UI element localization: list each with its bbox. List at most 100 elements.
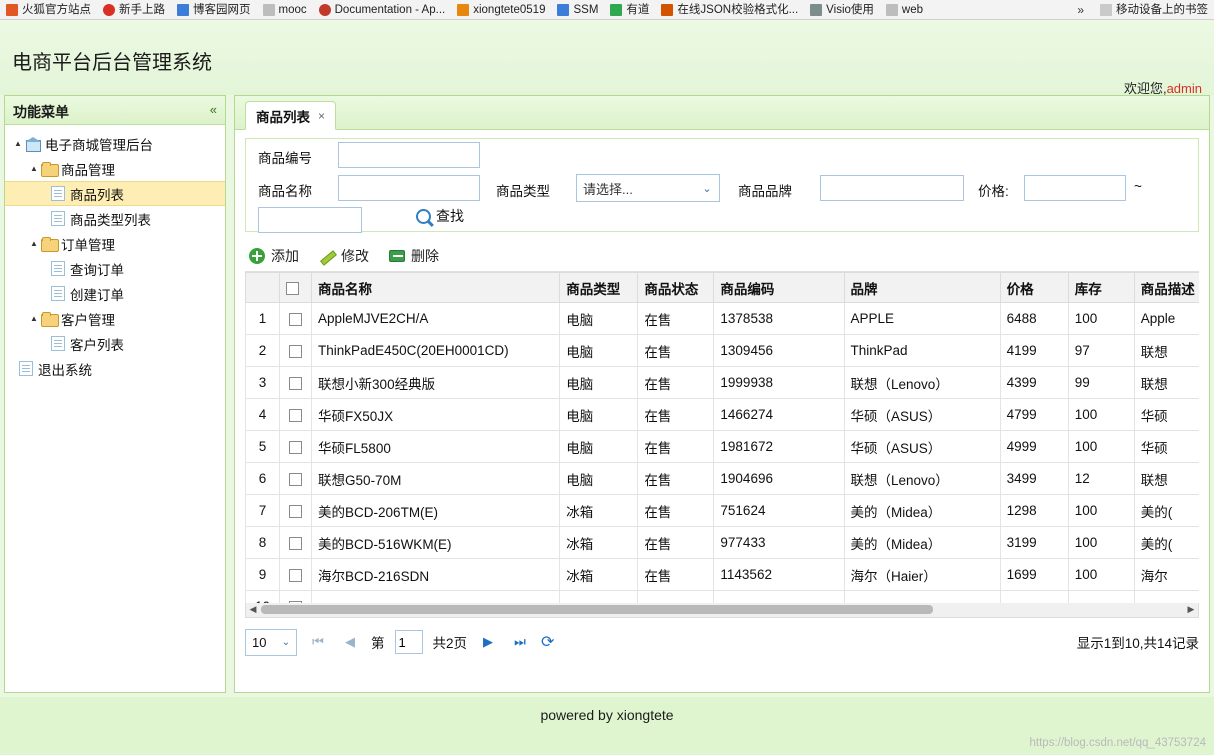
bookmark-item[interactable]: Visio使用 (804, 0, 880, 19)
table-row[interactable]: 10 (245, 590, 1199, 603)
col-product-code[interactable]: 商品编码 (713, 272, 845, 303)
table-row[interactable]: 2 ThinkPadE450C(20EH0001CD) 电脑 在售 130945… (245, 334, 1199, 367)
bookmark-item[interactable]: 有道 (604, 0, 655, 19)
bookmark-item[interactable]: web (880, 0, 929, 19)
page-size-select[interactable]: 10 ⌄ (245, 628, 297, 656)
input-product-brand[interactable] (820, 175, 964, 201)
table-row[interactable]: 1 AppleMJVE2CH/A 电脑 在售 1378538 APPLE 648… (245, 302, 1199, 335)
first-page-icon[interactable]: ⏮ (307, 631, 329, 653)
chevron-down-icon[interactable]: ⌄ (695, 175, 719, 201)
sidebar-item-product-type-list[interactable]: 商品类型列表 (5, 206, 225, 231)
tab-product-list[interactable]: 商品列表 × (245, 101, 337, 130)
input-product-code[interactable] (338, 142, 480, 168)
bookmark-label: 移动设备上的书签 (1116, 3, 1208, 16)
input-price-max[interactable] (258, 207, 362, 233)
row-checkbox[interactable] (289, 376, 303, 390)
row-checkbox[interactable] (289, 312, 303, 326)
sidebar-item-logout[interactable]: 退出系统 (5, 356, 225, 381)
sidebar-item-customer-list[interactable]: 客户列表 (5, 331, 225, 356)
table-row[interactable]: 5 华硕FL5800 电脑 在售 1981672 华硕（ASUS） 4999 1… (245, 430, 1199, 463)
row-checkbox[interactable] (289, 472, 303, 486)
bookmark-item[interactable]: mooc (257, 0, 313, 19)
grid-horizontal-scrollbar[interactable]: ◀ ▶ (245, 603, 1199, 618)
col-select-all[interactable] (279, 272, 313, 303)
row-checkbox-cell[interactable] (279, 302, 313, 335)
sidebar-collapse-icon[interactable]: « (210, 102, 217, 117)
input-product-name[interactable] (338, 175, 480, 201)
bookmark-item[interactable]: 在线JSON校验格式化... (655, 0, 804, 19)
col-brand[interactable]: 品牌 (843, 272, 1001, 303)
select-all-checkbox[interactable] (286, 281, 300, 295)
chevron-down-icon[interactable]: ▲ (27, 239, 41, 248)
row-checkbox-cell[interactable] (279, 526, 313, 559)
col-product-status[interactable]: 商品状态 (637, 272, 715, 303)
sidebar-item-root[interactable]: ▲ 电子商城管理后台 (5, 131, 225, 156)
col-price[interactable]: 价格 (999, 272, 1069, 303)
sidebar-item-product-mgmt[interactable]: ▲ 商品管理 (5, 156, 225, 181)
bookmark-item[interactable]: 博客园网页 (171, 0, 257, 19)
chevron-down-icon[interactable]: ▲ (27, 314, 41, 323)
sidebar-item-create-order[interactable]: 创建订单 (5, 281, 225, 306)
table-row[interactable]: 7 美的BCD-206TM(E) 冰箱 在售 751624 美的（Midea） … (245, 494, 1199, 527)
sidebar-item-customer-mgmt[interactable]: ▲ 客户管理 (5, 306, 225, 331)
chevron-down-icon[interactable]: ▲ (11, 139, 25, 148)
favicon-icon (262, 3, 275, 16)
input-price-min[interactable] (1024, 175, 1126, 201)
close-icon[interactable]: × (318, 109, 325, 123)
bookmark-item[interactable]: Documentation - Ap... (313, 0, 452, 19)
bookmark-item[interactable]: 新手上路 (97, 0, 171, 19)
table-row[interactable]: 6 联想G50-70M 电脑 在售 1904696 联想（Lenovo） 349… (245, 462, 1199, 495)
table-row[interactable]: 3 联想小新300经典版 电脑 在售 1999938 联想（Lenovo） 43… (245, 366, 1199, 399)
cell-description: 美的( (1133, 494, 1199, 527)
col-stock[interactable]: 库存 (1067, 272, 1135, 303)
next-page-icon[interactable]: ▶ (477, 631, 499, 653)
sidebar-item-product-list[interactable]: 商品列表 (5, 181, 225, 206)
bookmark-item[interactable]: xiongtete0519 (451, 0, 551, 19)
col-description[interactable]: 商品描述 (1133, 272, 1199, 303)
search-button[interactable]: 查找 (416, 206, 464, 226)
bookmark-mobile-folder[interactable]: 移动设备上的书签 (1094, 0, 1208, 19)
sidebar-item-label: 创建订单 (70, 287, 124, 303)
row-checkbox[interactable] (289, 568, 303, 582)
data-grid-viewport[interactable]: 商品名称 商品类型 商品状态 商品编码 品牌 价格 库存 商品描述 1 Appl… (245, 272, 1199, 603)
scrollbar-thumb[interactable] (261, 605, 933, 614)
row-checkbox[interactable] (289, 408, 303, 422)
row-checkbox-cell[interactable] (279, 462, 313, 495)
row-checkbox-cell[interactable] (279, 366, 313, 399)
refresh-icon[interactable]: ⟳ (541, 632, 554, 652)
row-checkbox-cell[interactable] (279, 558, 313, 591)
sidebar-item-query-order[interactable]: 查询订单 (5, 256, 225, 281)
prev-page-icon[interactable]: ◀ (339, 631, 361, 653)
add-button[interactable]: 添加 (249, 246, 299, 266)
chevron-down-icon[interactable]: ⌄ (276, 630, 296, 655)
bookmark-item[interactable]: SSM (551, 0, 604, 19)
table-row[interactable]: 9 海尔BCD-216SDN 冰箱 在售 1143562 海尔（Haier） 1… (245, 558, 1199, 591)
select-product-type[interactable]: 请选择... ⌄ (576, 174, 720, 202)
last-page-icon[interactable]: ⏭ (509, 631, 531, 653)
row-checkbox[interactable] (289, 344, 303, 358)
edit-button[interactable]: 修改 (319, 246, 369, 266)
chevron-down-icon[interactable]: ▲ (27, 164, 41, 173)
footer: powered by xiongtete https://blog.csdn.n… (0, 697, 1214, 755)
grid-toolbar: 添加 修改 删除 (245, 240, 1199, 272)
scroll-left-icon[interactable]: ◀ (246, 603, 260, 616)
row-checkbox-cell[interactable] (279, 430, 313, 463)
col-product-type[interactable]: 商品类型 (559, 272, 639, 303)
table-row[interactable]: 4 华硕FX50JX 电脑 在售 1466274 华硕（ASUS） 4799 1… (245, 398, 1199, 431)
row-checkbox[interactable] (289, 440, 303, 454)
table-row[interactable]: 8 美的BCD-516WKM(E) 冰箱 在售 977433 美的（Midea）… (245, 526, 1199, 559)
row-checkbox-cell[interactable] (279, 590, 313, 603)
row-checkbox-cell[interactable] (279, 494, 313, 527)
row-checkbox-cell[interactable] (279, 398, 313, 431)
row-checkbox[interactable] (289, 504, 303, 518)
bookmark-overflow-chevron-icon[interactable]: » (1077, 3, 1084, 17)
bookmark-item[interactable]: 火狐官方站点 (0, 0, 97, 19)
page-number-input[interactable] (394, 630, 423, 654)
col-product-name[interactable]: 商品名称 (311, 272, 561, 303)
scroll-right-icon[interactable]: ▶ (1184, 603, 1198, 616)
row-checkbox-cell[interactable] (279, 334, 313, 367)
cell-product-name: 美的BCD-516WKM(E) (311, 526, 561, 559)
sidebar-item-order-mgmt[interactable]: ▲ 订单管理 (5, 231, 225, 256)
row-checkbox[interactable] (289, 536, 303, 550)
delete-button[interactable]: 删除 (389, 246, 439, 266)
